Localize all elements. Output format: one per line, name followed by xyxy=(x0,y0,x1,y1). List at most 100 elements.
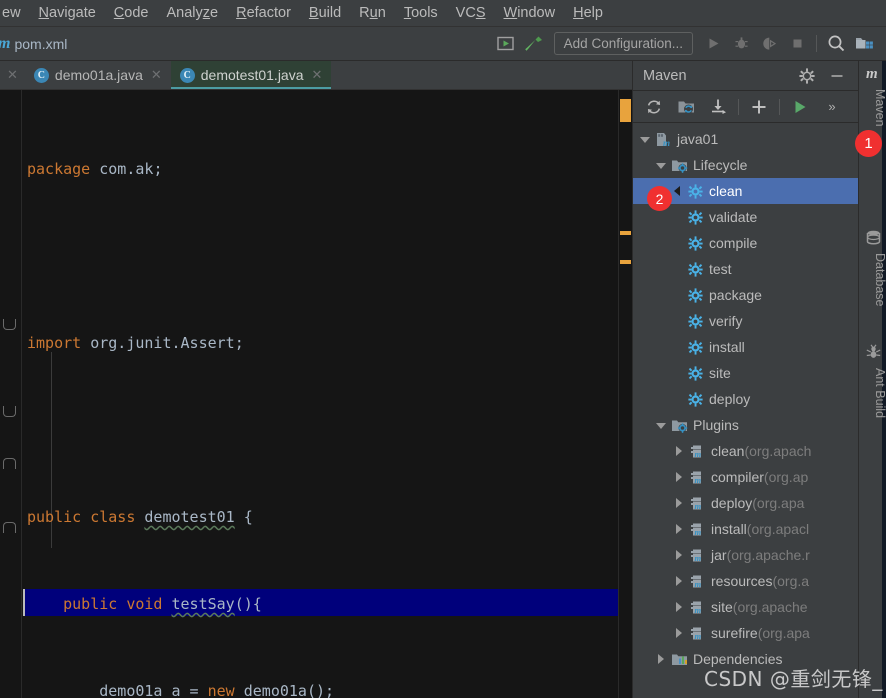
tree-node-compile[interactable]: compile xyxy=(633,230,858,256)
chevron-right-icon[interactable] xyxy=(673,471,686,484)
tree-node-verify[interactable]: verify xyxy=(633,308,858,334)
menu-tools[interactable]: Tools xyxy=(395,0,447,27)
tab-close-icon[interactable]: ✕ xyxy=(151,67,162,83)
menu-view[interactable]: ew xyxy=(0,0,30,27)
run-maven-build-icon[interactable] xyxy=(785,94,815,120)
fold-marker-icon[interactable] xyxy=(3,458,16,469)
chevron-right-icon[interactable] xyxy=(673,627,686,640)
keyword-new: new xyxy=(207,682,235,698)
menu-navigate[interactable]: Navigate xyxy=(30,0,105,27)
tab-demotest01-java[interactable]: C demotest01.java ✕ xyxy=(170,61,332,89)
chevron-down-icon[interactable] xyxy=(639,133,652,146)
error-stripe[interactable] xyxy=(618,90,632,698)
tree-node-sublabel: (org.apache.r xyxy=(726,547,810,563)
maven-plugin-icon: m xyxy=(689,443,706,460)
reimport-refresh-icon[interactable] xyxy=(639,94,669,120)
run-icon[interactable] xyxy=(699,31,727,57)
tree-node-plugins[interactable]: Plugins xyxy=(633,412,858,438)
tree-node-plugin-install[interactable]: m install (org.apacl xyxy=(633,516,858,542)
maven-goal-icon xyxy=(687,339,704,356)
tree-node-plugin-clean[interactable]: m clean (org.apach xyxy=(633,438,858,464)
menu-view-label: ew xyxy=(2,4,21,21)
run-with-coverage-icon[interactable] xyxy=(755,31,783,57)
chevron-right-icon[interactable] xyxy=(673,445,686,458)
debug-icon[interactable] xyxy=(727,31,755,57)
run-configuration-selector[interactable]: Add Configuration... xyxy=(553,32,693,55)
editor-gutter[interactable] xyxy=(0,90,22,698)
tab-demo01a-java[interactable]: C demo01a.java ✕ xyxy=(25,61,171,89)
minimize-icon[interactable] xyxy=(822,63,852,89)
chevron-right-icon[interactable] xyxy=(673,575,686,588)
menu-run[interactable]: Run xyxy=(350,0,395,27)
gear-icon[interactable] xyxy=(792,63,822,89)
svg-text:m: m xyxy=(663,138,670,148)
add-maven-project-icon[interactable] xyxy=(744,94,774,120)
download-sources-icon[interactable] xyxy=(703,94,733,120)
java-class-icon: C xyxy=(179,67,195,83)
breadcrumb[interactable]: m pom.xml xyxy=(0,35,67,53)
generate-sources-icon[interactable] xyxy=(671,94,701,120)
more-chevrons-icon[interactable]: » xyxy=(817,94,847,120)
chevron-right-icon[interactable] xyxy=(673,523,686,536)
tree-node-plugin-site[interactable]: m site (org.apache xyxy=(633,594,858,620)
svg-text:m: m xyxy=(695,527,702,537)
chevron-right-icon[interactable] xyxy=(673,497,686,510)
menu-help[interactable]: Help xyxy=(564,0,612,27)
chevron-down-icon[interactable] xyxy=(655,159,668,172)
chevron-left-icon[interactable] xyxy=(671,185,684,198)
tree-node-package[interactable]: package xyxy=(633,282,858,308)
project-structure-icon[interactable] xyxy=(850,31,878,57)
annotation-badge-label: 1 xyxy=(864,135,873,152)
stop-icon[interactable] xyxy=(783,31,811,57)
tree-node-lifecycle[interactable]: Lifecycle xyxy=(633,152,858,178)
tool-button-ant-build[interactable]: Ant Build xyxy=(859,364,886,444)
menu-refactor[interactable]: Refactor xyxy=(227,0,300,27)
keyword-class: class xyxy=(90,508,136,526)
tree-node-install[interactable]: install xyxy=(633,334,858,360)
fold-marker-icon[interactable] xyxy=(3,522,16,533)
chevron-right-icon[interactable] xyxy=(673,549,686,562)
tree-node-deploy[interactable]: deploy xyxy=(633,386,858,412)
menu-analyze[interactable]: Analyze xyxy=(157,0,227,27)
fold-marker-icon[interactable] xyxy=(3,406,16,417)
tree-node-plugin-compiler[interactable]: m compiler (org.ap xyxy=(633,464,858,490)
tree-node-java01[interactable]: m java01 xyxy=(633,126,858,152)
tab-label: demotest01.java xyxy=(200,67,304,83)
maven-tree[interactable]: m java01 Lifecycle clean validate compil… xyxy=(633,123,858,698)
maven-plugin-icon: m xyxy=(689,625,706,642)
tree-node-plugin-deploy[interactable]: m deploy (org.apa xyxy=(633,490,858,516)
tool-button-database[interactable]: Database xyxy=(859,249,886,339)
close-icon[interactable]: ✕ xyxy=(0,61,25,89)
tree-node-plugin-resources[interactable]: m resources (org.a xyxy=(633,568,858,594)
chevron-right-icon[interactable] xyxy=(655,653,668,666)
tree-node-label: site xyxy=(711,599,733,615)
maven-toolbar: » xyxy=(633,91,858,123)
chevron-right-icon[interactable] xyxy=(673,601,686,614)
menu-code[interactable]: Code xyxy=(105,0,158,27)
menu-vcs[interactable]: VCS xyxy=(447,0,495,27)
menu-window[interactable]: Window xyxy=(495,0,565,27)
tree-node-plugin-surefire[interactable]: m surefire (org.apa xyxy=(633,620,858,646)
tree-node-label: install xyxy=(711,521,747,537)
maven-goal-icon xyxy=(687,313,704,330)
stripe-warning-marker[interactable] xyxy=(620,231,631,235)
tree-node-sublabel: (org.apacl xyxy=(746,521,810,537)
menu-build[interactable]: Build xyxy=(300,0,350,27)
var-a: a xyxy=(171,682,181,698)
stripe-warning-marker[interactable] xyxy=(620,99,631,122)
select-in-project-icon[interactable] xyxy=(492,31,520,57)
stripe-warning-marker[interactable] xyxy=(620,260,631,264)
keyword-import: import xyxy=(27,334,82,352)
svg-text:m: m xyxy=(695,501,702,511)
chevron-down-icon[interactable] xyxy=(655,419,668,432)
code-editor[interactable]: package com.ak; import org.junit.Assert;… xyxy=(0,90,632,698)
search-everywhere-icon[interactable] xyxy=(822,31,850,57)
tree-node-label: compiler xyxy=(711,469,764,485)
build-hammer-icon[interactable] xyxy=(520,31,548,57)
tab-close-icon[interactable]: ✕ xyxy=(312,67,323,83)
code-content[interactable]: package com.ak; import org.junit.Assert;… xyxy=(22,90,604,698)
tree-node-test[interactable]: test xyxy=(633,256,858,282)
tree-node-plugin-jar[interactable]: m jar (org.apache.r xyxy=(633,542,858,568)
fold-marker-icon[interactable] xyxy=(3,319,16,330)
tree-node-site[interactable]: site xyxy=(633,360,858,386)
